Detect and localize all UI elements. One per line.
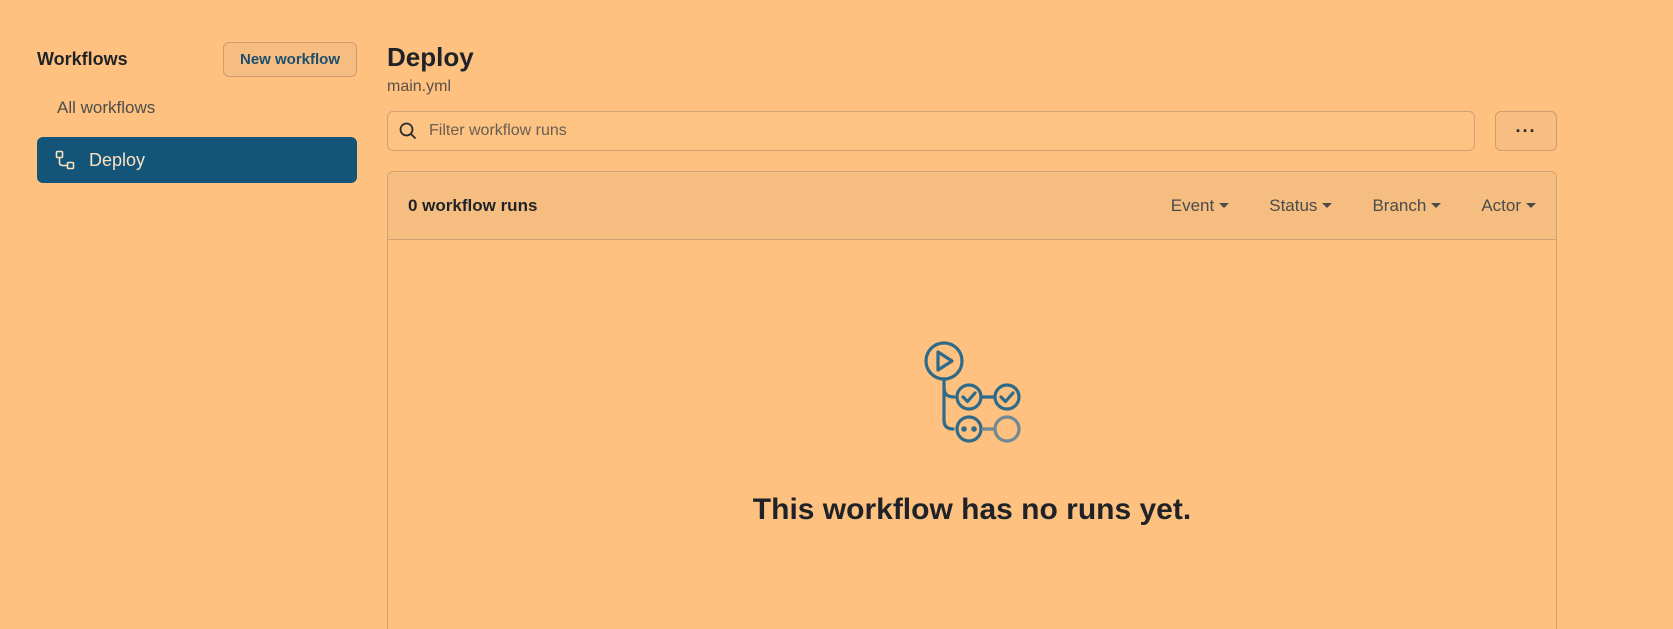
sidebar-item-all-workflows[interactable]: All workflows bbox=[37, 94, 357, 122]
main-content: Deploy main.yml ··· 0 workflow runs Even… bbox=[387, 40, 1557, 629]
search-icon bbox=[399, 122, 417, 140]
chevron-down-icon bbox=[1526, 203, 1536, 208]
actor-filter-dropdown[interactable]: Actor bbox=[1481, 196, 1536, 216]
sidebar: Workflows New workflow All workflows Dep… bbox=[37, 42, 357, 183]
branch-filter-dropdown[interactable]: Branch bbox=[1372, 195, 1442, 216]
sidebar-item-label: All workflows bbox=[57, 98, 156, 117]
filter-label: Actor bbox=[1481, 195, 1521, 215]
event-filter-dropdown[interactable]: Event bbox=[1170, 195, 1230, 216]
empty-state-message: This workflow has no runs yet. bbox=[752, 493, 1192, 526]
workflow-runs-panel: 0 workflow runs Event Status Branch Acto… bbox=[387, 171, 1557, 629]
filter-label: Branch bbox=[1372, 195, 1427, 215]
actions-illustration-icon bbox=[924, 341, 1021, 443]
status-filter-dropdown[interactable]: Status bbox=[1269, 195, 1333, 216]
filter-workflow-runs-input[interactable] bbox=[429, 122, 1429, 140]
filter-row: ··· bbox=[387, 111, 1557, 151]
sidebar-title: Workflows bbox=[37, 49, 128, 69]
sidebar-item-label: Deploy bbox=[89, 149, 146, 170]
runs-filters: Event Status Branch Actor bbox=[1131, 196, 1536, 216]
runs-count: 0 workflow runs bbox=[408, 195, 538, 215]
runs-header: 0 workflow runs Event Status Branch Acto… bbox=[388, 172, 1556, 240]
chevron-down-icon bbox=[1431, 203, 1442, 208]
filter-label: Status bbox=[1269, 195, 1318, 215]
page: Workflows New workflow All workflows Dep… bbox=[0, 0, 1673, 629]
workflow-icon bbox=[55, 150, 75, 170]
chevron-down-icon bbox=[1219, 203, 1230, 208]
filter-box bbox=[387, 111, 1475, 151]
new-workflow-button[interactable]: New workflow bbox=[222, 42, 357, 77]
workflow-file-link[interactable]: main.yml bbox=[387, 78, 1557, 96]
page-title: Deploy bbox=[387, 42, 474, 72]
chevron-down-icon bbox=[1322, 203, 1333, 208]
empty-state: This workflow has no runs yet. bbox=[388, 240, 1556, 629]
filter-label: Event bbox=[1170, 195, 1215, 215]
sidebar-header: Workflows New workflow bbox=[37, 42, 357, 77]
more-options-button[interactable]: ··· bbox=[1495, 111, 1557, 151]
sidebar-item-deploy[interactable]: Deploy bbox=[37, 137, 357, 183]
